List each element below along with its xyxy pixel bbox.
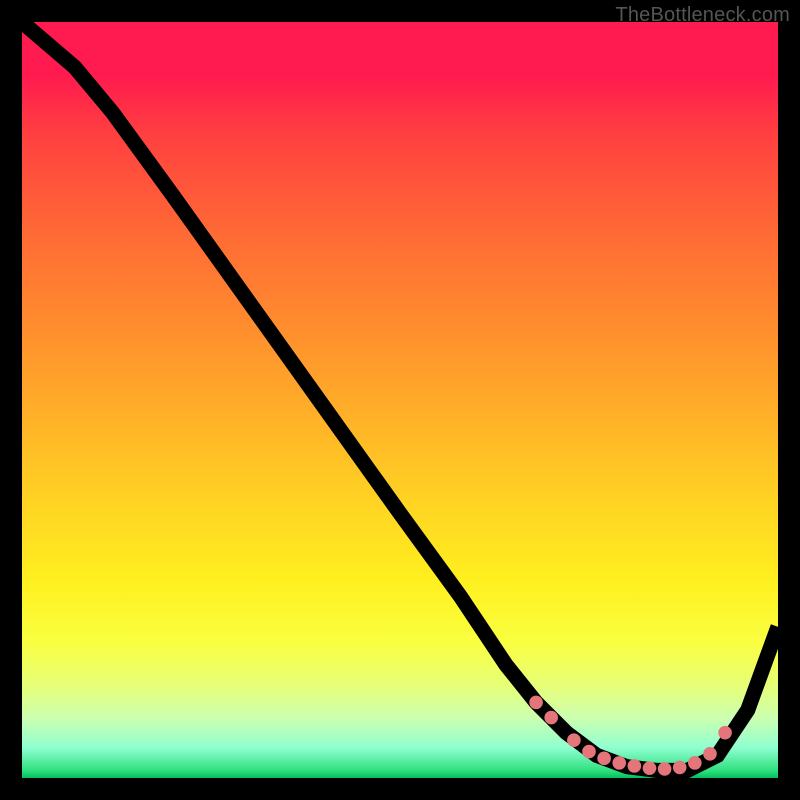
highlight-dot (544, 711, 558, 725)
highlight-dot (658, 762, 672, 776)
bottleneck-curve (22, 22, 778, 770)
chart-stage: TheBottleneck.com (0, 0, 800, 800)
highlight-dot (718, 726, 732, 740)
highlight-dot (612, 756, 626, 770)
highlight-dot (597, 752, 611, 766)
highlight-dot (703, 747, 717, 761)
highlight-dot (673, 761, 687, 775)
highlight-dot (582, 745, 596, 759)
highlight-dot (688, 756, 702, 770)
highlight-dot (529, 696, 543, 710)
curve-svg (22, 22, 778, 778)
highlight-dot (628, 759, 642, 773)
highlight-dot (567, 733, 581, 747)
plot-area (22, 22, 778, 778)
highlight-dot (643, 761, 657, 775)
